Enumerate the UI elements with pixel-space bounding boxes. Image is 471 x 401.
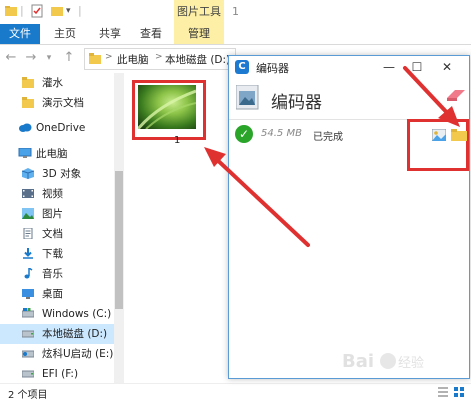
address-bar[interactable]: > 此电脑 > 本地磁盘 (D:) (84, 48, 236, 70)
sidebar-item-label: 灌水 (42, 77, 63, 89)
item-count: 2 个项目 (8, 390, 48, 401)
sidebar-item-onedrive[interactable]: OneDrive (0, 118, 114, 138)
recent-locations-icon[interactable]: ▾ (42, 51, 56, 65)
highlight-box (407, 119, 469, 171)
tab-manage[interactable]: 管理 (174, 24, 224, 44)
folder-icon (22, 77, 34, 88)
minimize-button[interactable]: — (379, 58, 399, 76)
sidebar-item-label: 文档 (42, 228, 63, 240)
video-icon (22, 189, 34, 198)
image-thumbnail[interactable] (136, 85, 197, 130)
forward-icon[interactable]: → (24, 51, 38, 65)
documents-icon (23, 228, 33, 239)
task-status: 已完成 (313, 132, 343, 143)
breadcrumb-separator: > (105, 52, 113, 62)
cloud-icon (19, 123, 32, 132)
drive-icon (22, 330, 34, 338)
eraser-icon[interactable] (445, 88, 467, 102)
sidebar-item-label: 桌面 (42, 288, 63, 300)
folder-icon (89, 53, 101, 64)
open-folder-icon[interactable] (451, 129, 469, 141)
computer-icon (18, 148, 32, 158)
back-icon[interactable]: ← (4, 51, 18, 65)
encoder-title-bar[interactable]: C 编码器 — ☐ ✕ (229, 56, 469, 78)
details-view-icon[interactable] (438, 387, 448, 397)
large-icons-view-icon[interactable] (454, 387, 464, 397)
tab-share[interactable]: 共享 (90, 24, 130, 44)
sidebar-item-label: 演示文档 (42, 97, 84, 109)
view-image-icon[interactable] (432, 129, 446, 141)
watermark: Bai 经验 (336, 343, 466, 379)
ribbon-tabs: 文件 主页 共享 查看 管理 (0, 24, 471, 45)
baidu-logo-icon: Bai 经验 (342, 351, 424, 372)
breadcrumb-separator: > (155, 52, 163, 62)
3d-objects-icon (22, 168, 34, 179)
sidebar-item-drive-f[interactable]: EFI (F:) (0, 364, 114, 384)
sidebar-item-label: 视频 (42, 188, 63, 200)
file-name: 1 (174, 135, 181, 146)
sidebar-item-label: 此电脑 (36, 148, 68, 160)
scrollbar-thumb[interactable] (115, 171, 123, 309)
sidebar-item-label: 图片 (42, 208, 63, 220)
sidebar-item-this-pc[interactable]: 此电脑 (0, 144, 114, 164)
window-title: 1 (232, 5, 239, 18)
sidebar-item-demo-docs[interactable]: 演示文档 (0, 93, 114, 113)
nav-pane-scrollbar[interactable] (114, 73, 124, 383)
desktop-icon (22, 289, 34, 299)
encoder-title: 编码器 (256, 62, 289, 75)
sidebar-item-label: 炫科U启动 (E:) (42, 348, 114, 360)
sidebar-item-videos[interactable]: 视频 (0, 184, 114, 204)
sidebar-item-documents[interactable]: 文档 (0, 224, 114, 244)
sidebar-item-music[interactable]: 音乐 (0, 264, 114, 284)
encoder-picture-icon (236, 85, 259, 110)
file-list: 1 (124, 73, 228, 383)
usb-drive-icon (22, 350, 34, 358)
tab-home[interactable]: 主页 (45, 24, 85, 44)
drive-icon (22, 308, 34, 318)
up-icon[interactable]: ↑ (62, 51, 76, 65)
task-size: 54.5 MB (261, 128, 302, 139)
breadcrumb-local-disk-d[interactable]: 本地磁盘 (D:) (165, 52, 230, 67)
sidebar-item-label: 音乐 (42, 268, 63, 280)
breadcrumb-this-pc[interactable]: 此电脑 (117, 52, 149, 67)
close-button[interactable]: ✕ (437, 58, 457, 76)
encoder-window: C 编码器 — ☐ ✕ 编码器 ✓ 54.5 MB 已完成 (228, 55, 470, 379)
sidebar-item-downloads[interactable]: 下载 (0, 244, 114, 264)
sidebar-item-label: 本地磁盘 (D:) (42, 328, 108, 340)
music-icon (24, 268, 33, 279)
sidebar-item-label: 下载 (42, 248, 63, 260)
maximize-button[interactable]: ☐ (407, 58, 427, 76)
separator-icon: | (78, 4, 82, 17)
folder-icon (22, 97, 34, 108)
encoder-heading: 编码器 (271, 93, 322, 113)
sidebar-item-3d-objects[interactable]: 3D 对象 (0, 164, 114, 184)
sidebar-item-guanshui[interactable]: 灌水 (0, 73, 114, 93)
properties-icon[interactable] (30, 4, 44, 18)
drive-icon (22, 370, 34, 378)
encoder-logo-icon: C (235, 60, 249, 74)
sidebar-item-pictures[interactable]: 图片 (0, 204, 114, 224)
sidebar-item-label: EFI (F:) (42, 368, 79, 380)
navigation-pane: 灌水 演示文档 OneDrive 此电脑 3D 对象 视频 图片 文档 下载 音… (0, 73, 114, 383)
svg-text:Bai: Bai (342, 351, 374, 372)
explorer-title-bar: | ▾ | 图片工具 1 (0, 0, 471, 24)
leaf-image (136, 89, 197, 130)
status-bar: 2 个项目 (0, 383, 471, 401)
sidebar-item-drive-d[interactable]: 本地磁盘 (D:) (0, 324, 114, 344)
picture-tools-context-tab: 图片工具 (174, 0, 224, 24)
new-folder-icon[interactable] (50, 4, 64, 18)
sidebar-item-desktop[interactable]: 桌面 (0, 284, 114, 304)
svg-text:经验: 经验 (398, 355, 424, 371)
sidebar-item-drive-e[interactable]: 炫科U启动 (E:) (0, 344, 114, 364)
pictures-icon (22, 208, 34, 219)
check-icon: ✓ (235, 125, 253, 143)
download-icon (23, 248, 33, 259)
sidebar-item-drive-c[interactable]: Windows (C:) (0, 304, 114, 324)
tab-view[interactable]: 查看 (131, 24, 171, 44)
app-icon (5, 6, 17, 16)
sidebar-item-label: OneDrive (36, 122, 86, 134)
sidebar-item-label: Windows (C:) (42, 308, 112, 320)
sidebar-item-label: 3D 对象 (42, 168, 82, 180)
tab-file[interactable]: 文件 (0, 24, 40, 44)
